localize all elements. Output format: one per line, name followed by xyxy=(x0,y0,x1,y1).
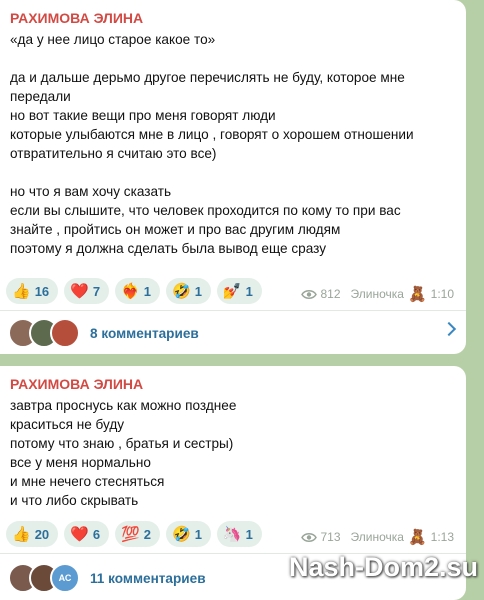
view-count: 812 xyxy=(320,287,341,301)
teddy-bear-icon: 🧸 xyxy=(407,529,427,546)
reaction-thumbs-up[interactable]: 👍 16 xyxy=(6,278,59,304)
message-line: передали xyxy=(10,89,71,104)
reactions-row: 👍 20 ❤️ 6 💯 2 🤣 1 🦄 1 xyxy=(6,521,262,547)
rofl-icon: 🤣 xyxy=(172,281,191,300)
message-line xyxy=(10,163,454,182)
message-meta: 812 Элиночка 🧸 1:10 xyxy=(300,285,454,303)
message-line: поэтому я должна сделать была вывод еще … xyxy=(10,241,327,256)
reaction-thumbs-up[interactable]: 👍 20 xyxy=(6,521,59,547)
chevron-right-icon xyxy=(441,321,457,337)
unicorn-icon: 🦄 xyxy=(222,524,242,543)
heart-on-fire-icon: ❤‍🔥 xyxy=(121,281,140,300)
signature: Элиночка xyxy=(350,530,404,544)
reaction-count: 2 xyxy=(143,526,151,542)
reaction-heart-on-fire[interactable]: ❤‍🔥 1 xyxy=(115,278,160,304)
reaction-heart[interactable]: ❤️ 7 xyxy=(64,278,110,304)
reaction-heart[interactable]: ❤️ 6 xyxy=(64,521,110,547)
message-time: 1:13 xyxy=(430,530,454,544)
reactions-row: 👍 16 ❤️ 7 ❤‍🔥 1 🤣 1 💅 1 xyxy=(6,278,262,304)
message-line: «да у нее лицо старое какое то» xyxy=(10,32,216,47)
message-line: потому что знаю , братья и сестры) xyxy=(10,436,234,451)
message-line: если вы слышите, что человек проходится … xyxy=(10,203,401,218)
eye-icon xyxy=(300,289,317,299)
heart-icon: ❤️ xyxy=(70,281,89,300)
message-line: отвратительно я считаю это все) xyxy=(10,146,217,161)
message-line: но что я вам хочу сказать xyxy=(10,184,172,199)
comments-label: 11 комментариев xyxy=(90,570,206,586)
heart-icon: ❤️ xyxy=(70,524,89,543)
eye-icon xyxy=(300,532,317,542)
comments-button[interactable]: 8 комментариев xyxy=(0,311,466,355)
reaction-count: 1 xyxy=(194,283,202,299)
reaction-count: 1 xyxy=(194,526,202,542)
message-line: которые улыбаются мне в лицо , говорят о… xyxy=(10,127,414,142)
avatar-initials: АС xyxy=(50,563,80,593)
signature: Элиночка xyxy=(350,287,404,301)
nail-polish-icon: 💅 xyxy=(222,281,242,300)
reaction-rofl[interactable]: 🤣 1 xyxy=(166,521,211,547)
hundred-points-icon: 💯 xyxy=(121,524,140,543)
rofl-icon: 🤣 xyxy=(172,524,191,543)
message-line xyxy=(10,49,454,68)
teddy-bear-icon: 🧸 xyxy=(407,286,427,303)
reaction-count: 6 xyxy=(92,526,101,542)
reaction-nail-polish[interactable]: 💅 1 xyxy=(216,278,262,304)
thumbs-up-icon: 👍 xyxy=(12,524,31,543)
message-line: краситься не буду xyxy=(10,417,125,432)
message-time: 1:10 xyxy=(430,287,454,301)
reaction-hundred[interactable]: 💯 2 xyxy=(115,521,160,547)
reaction-count: 7 xyxy=(92,283,101,299)
reaction-rofl[interactable]: 🤣 1 xyxy=(166,278,211,304)
message-line: и мне нечего стесняться xyxy=(10,474,165,489)
message-line: знайте , пройтись он может и про вас дру… xyxy=(10,222,341,237)
message-line: все у меня нормально xyxy=(10,455,151,470)
reaction-unicorn[interactable]: 🦄 1 xyxy=(216,521,262,547)
watermark: Nash-Dom2.su xyxy=(288,552,478,582)
message-line: но вот такие вещи про меня говорят люди xyxy=(10,108,276,123)
reaction-count: 1 xyxy=(245,526,253,542)
commenter-avatars: АС xyxy=(8,563,86,593)
author-name[interactable]: РАХИМОВА ЭЛИНА xyxy=(10,9,454,27)
reaction-count: 16 xyxy=(34,283,50,299)
message-line: завтра проснусь как можно позднее xyxy=(10,398,237,413)
message-bubble-1: РАХИМОВА ЭЛИНА «да у нее лицо старое как… xyxy=(0,0,466,354)
avatar xyxy=(50,318,80,348)
message-line: и что либо скрывать xyxy=(10,493,139,508)
author-name[interactable]: РАХИМОВА ЭЛИНА xyxy=(10,375,454,393)
commenter-avatars xyxy=(8,318,86,348)
reaction-count: 1 xyxy=(245,283,253,299)
message-meta: 713 Элиночка 🧸 1:13 xyxy=(300,528,454,546)
reaction-count: 1 xyxy=(143,283,151,299)
reaction-count: 20 xyxy=(34,526,50,542)
comments-label: 8 комментариев xyxy=(90,325,199,341)
thumbs-up-icon: 👍 xyxy=(12,281,31,300)
message-line: да и дальше дерьмо другое перечислять не… xyxy=(10,70,405,85)
view-count: 713 xyxy=(320,530,341,544)
